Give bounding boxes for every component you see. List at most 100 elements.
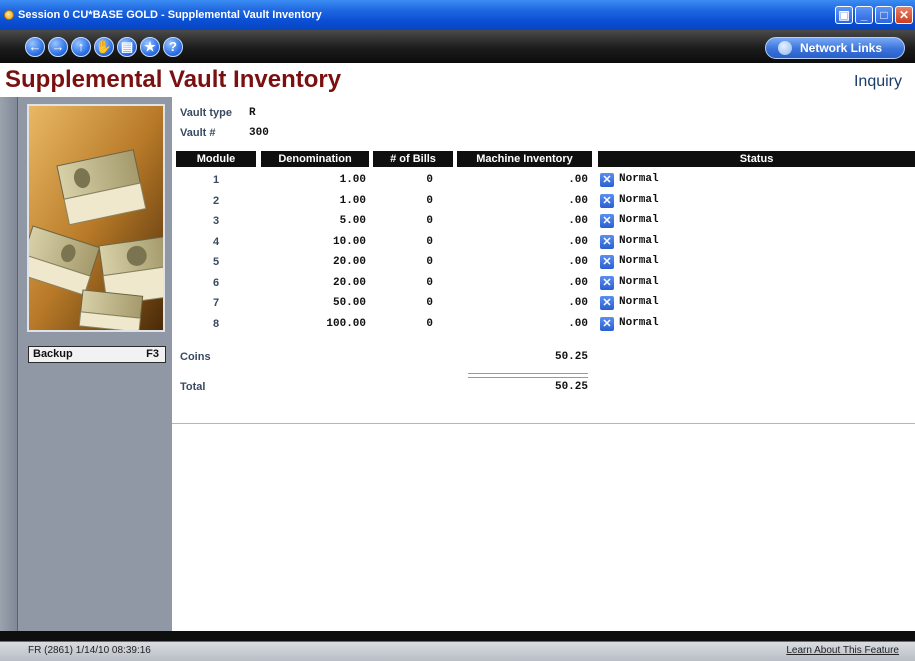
denomination-cell: 1.00 (339, 194, 366, 207)
learn-about-link[interactable]: Learn About This Feature (786, 645, 899, 656)
denomination-cell: 5.00 (339, 215, 366, 227)
machine-inventory-cell: .00 (568, 215, 588, 227)
module-cell: 3 (212, 215, 220, 227)
page-mode-label: Inquiry (853, 73, 902, 90)
machine-inventory-cell: .00 (568, 317, 588, 330)
network-links-label: Network Links (800, 41, 883, 55)
backup-label: Backup (33, 348, 73, 360)
status-x-icon: ✕ (600, 296, 614, 310)
table-row: 2 1.00 0 .00 ✕ Normal (172, 192, 915, 210)
coins-value: 50.25 (554, 351, 588, 363)
denomination-cell: 20.00 (332, 276, 366, 289)
status-x-icon: ✕ (600, 193, 614, 208)
status-x-icon: ✕ (600, 234, 614, 249)
page-title: Supplemental Vault Inventory (5, 66, 342, 93)
globe-icon (778, 41, 792, 55)
module-cell: 4 (212, 235, 220, 248)
network-links-button[interactable]: Network Links (765, 37, 905, 59)
up-icon[interactable]: ↑ (71, 37, 91, 57)
vault-type-value: R (249, 107, 256, 119)
window-title-bar: Session 0 CU*BASE GOLD - Supplemental Va… (0, 0, 915, 30)
status-cell: Normal (619, 193, 659, 206)
vault-number-label: Vault # (180, 127, 216, 139)
status-bar: FR (2861) 1/14/10 08:39:16 Learn About T… (0, 631, 915, 661)
back-icon[interactable]: ← (25, 37, 45, 57)
backup-shortcut: F3 (146, 348, 159, 360)
bills-cell: 0 (426, 215, 433, 227)
close-icon[interactable]: ✕ (895, 6, 913, 24)
machine-inventory-cell: .00 (568, 276, 588, 289)
module-cell: 5 (212, 256, 220, 268)
status-cell: Normal (619, 255, 659, 267)
column-header-machine-inventory: Machine Inventory (457, 151, 592, 167)
bills-cell: 0 (426, 297, 433, 309)
status-x-icon: ✕ (600, 275, 614, 290)
bills-cell: 0 (426, 174, 433, 186)
bills-cell: 0 (426, 276, 433, 289)
restore-icon[interactable]: ▣ (835, 6, 853, 24)
machine-inventory-cell: .00 (568, 235, 588, 248)
module-cell: 7 (212, 297, 220, 309)
table-row: 1 1.00 0 .00 ✕ Normal (172, 171, 915, 189)
money-stack-image (27, 104, 165, 332)
minimize-icon[interactable]: _ (855, 6, 873, 24)
machine-inventory-cell: .00 (568, 174, 588, 186)
denomination-cell: 10.00 (332, 235, 366, 248)
stop-hand-icon[interactable]: ✋ (94, 37, 114, 57)
column-header-denomination: Denomination (261, 151, 369, 167)
app-icon (4, 10, 14, 20)
backup-button[interactable]: Backup F3 (28, 346, 166, 363)
left-edge-strip (0, 97, 17, 631)
table-row: 7 50.00 0 .00 ✕ Normal (172, 294, 915, 312)
session-info: FR (2861) 1/14/10 08:39:16 (28, 645, 151, 656)
coins-label: Coins (180, 351, 211, 363)
bills-cell: 0 (426, 317, 433, 330)
bills-cell: 0 (426, 256, 433, 268)
denomination-cell: 100.00 (326, 317, 366, 330)
total-underline (468, 373, 588, 378)
table-row: 4 10.00 0 .00 ✕ Normal (172, 233, 915, 251)
machine-inventory-cell: .00 (568, 194, 588, 207)
status-x-icon: ✕ (600, 255, 614, 269)
print-icon[interactable]: ▤ (117, 37, 137, 57)
page-header: Supplemental Vault Inventory Inquiry (0, 63, 915, 98)
status-cell: Normal (619, 234, 659, 247)
maximize-icon[interactable]: □ (875, 6, 893, 24)
module-cell: 1 (212, 174, 220, 186)
module-cell: 2 (212, 194, 220, 207)
module-cell: 6 (212, 276, 220, 289)
navigation-toolbar: ← → ↑ ✋ ▤ ★? Network Links (0, 30, 915, 63)
status-x-icon: ✕ (600, 214, 614, 228)
vault-type-label: Vault type (180, 107, 232, 119)
bills-cell: 0 (426, 194, 433, 207)
status-cell: Normal (619, 173, 659, 185)
status-cell: Normal (619, 296, 659, 308)
status-x-icon: ✕ (600, 173, 614, 187)
table-row: 3 5.00 0 .00 ✕ Normal (172, 212, 915, 230)
favorites-star-icon[interactable]: ★ (140, 37, 160, 57)
table-row: 8 100.00 0 .00 ✕ Normal (172, 315, 915, 333)
total-label: Total (180, 381, 206, 393)
machine-inventory-cell: .00 (568, 297, 588, 309)
column-header-status: Status (598, 151, 915, 167)
denomination-cell: 50.00 (332, 297, 366, 309)
vault-number-value: 300 (249, 127, 269, 139)
total-value: 50.25 (554, 381, 588, 393)
table-row: 6 20.00 0 .00 ✕ Normal (172, 274, 915, 292)
table-row: 5 20.00 0 .00 ✕ Normal (172, 253, 915, 271)
main-content: Vault type R Vault # 300 Module Denomina… (172, 97, 915, 631)
column-header-module: Module (176, 151, 256, 167)
window-title: Session 0 CU*BASE GOLD - Supplemental Va… (18, 9, 322, 21)
denomination-cell: 20.00 (332, 256, 366, 268)
forward-icon[interactable]: → (48, 37, 68, 57)
status-cell: Normal (619, 275, 659, 288)
machine-inventory-cell: .00 (568, 256, 588, 268)
denomination-cell: 1.00 (339, 174, 366, 186)
status-cell: Normal (619, 316, 659, 329)
status-x-icon: ✕ (600, 316, 614, 331)
module-cell: 8 (212, 317, 220, 330)
content-divider (172, 423, 915, 424)
column-header-bills: # of Bills (373, 151, 453, 167)
help-icon[interactable]: ? (163, 37, 183, 57)
bills-cell: 0 (426, 235, 433, 248)
